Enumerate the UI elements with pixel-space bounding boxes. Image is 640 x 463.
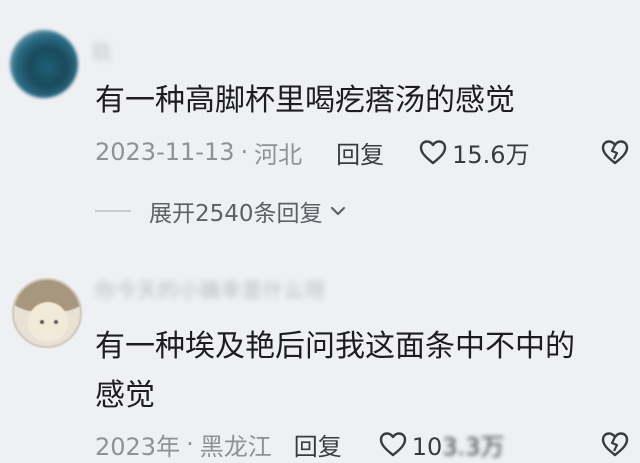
comment-item: 玖 有一种高脚杯里喝疙瘩汤的感觉 2023-11-13 · 河北 回复 15.6… (0, 0, 640, 245)
meta-separator: · (186, 430, 194, 458)
like-count-visible: 10 (411, 432, 443, 461)
comment-text: 有一种埃及艳后问我这面条中不中的 感觉 (95, 329, 575, 413)
like-count-obscured: 3.3万 (442, 432, 505, 461)
meta-separator: · (240, 138, 249, 166)
expand-replies-button[interactable]: 展开2540条回复 (95, 194, 347, 228)
broken-heart-icon (601, 140, 629, 165)
comment-meta: 2023-11-13 · 河北 回复 15.6万 (95, 134, 630, 170)
dislike-button[interactable] (600, 430, 630, 458)
like-count: 15.6万 (452, 140, 530, 169)
reply-button[interactable]: 回复 (336, 135, 384, 170)
username[interactable]: 玖 (92, 36, 112, 65)
comment-location: 河北 (254, 140, 303, 169)
divider-line (95, 210, 131, 212)
reply-button[interactable]: 回复 (294, 427, 342, 462)
chevron-down-icon (330, 206, 345, 216)
heart-outline-icon (379, 432, 406, 457)
heart-outline-icon (419, 140, 447, 165)
avatar[interactable] (10, 30, 78, 98)
dislike-button[interactable] (600, 138, 630, 166)
comment-text: 有一种高脚杯里喝疙瘩汤的感觉 (95, 83, 515, 118)
comment-item: 你今天的小确幸是什么呀 有一种埃及艳后问我这面条中不中的 感觉 2023年 · … (0, 250, 640, 463)
comment-time: 2023年 (95, 432, 181, 461)
expand-replies-label: 展开2540条回复 (149, 201, 323, 227)
comment-time: 2023-11-13 (95, 138, 235, 166)
like-button[interactable]: 103.3万 (378, 427, 505, 462)
like-count: 103.3万 (412, 427, 505, 462)
broken-heart-icon (601, 432, 629, 457)
avatar[interactable] (12, 278, 82, 348)
username[interactable]: 你今天的小确幸是什么呀 (95, 274, 326, 303)
comment-meta: 2023年 · 黑龙江 回复 103.3万 (95, 426, 630, 462)
comment-location: 黑龙江 (199, 432, 272, 461)
like-button[interactable]: 15.6万 (418, 135, 530, 170)
